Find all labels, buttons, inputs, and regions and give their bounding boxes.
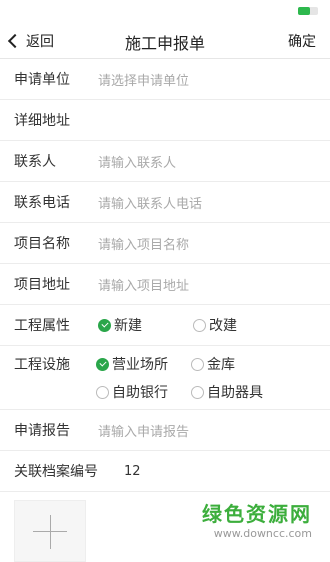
field-label: 工程设施 bbox=[14, 357, 70, 373]
option-label: 新建 bbox=[114, 318, 142, 334]
radio-option-rebuild[interactable]: 改建 bbox=[193, 315, 288, 335]
battery-level bbox=[298, 7, 310, 15]
field-report[interactable]: 申请报告 请输入申请报告 bbox=[0, 410, 330, 451]
field-value[interactable]: 请输入联系人电话 bbox=[98, 193, 202, 212]
status-bar bbox=[0, 0, 330, 24]
field-applicant-unit[interactable]: 申请单位 请选择申请单位 bbox=[0, 59, 330, 100]
radio-unchecked-icon bbox=[191, 385, 204, 399]
field-value[interactable]: 请输入项目名称 bbox=[98, 234, 189, 253]
field-value[interactable]: 请输入联系人 bbox=[98, 152, 176, 171]
field-value[interactable]: 12 bbox=[124, 464, 141, 479]
watermark-name: 绿色资源网 bbox=[202, 502, 312, 526]
radio-unchecked-icon bbox=[193, 318, 206, 332]
battery-icon bbox=[298, 7, 318, 15]
field-label: 联系电话 bbox=[14, 195, 70, 211]
watermark: 绿色资源网 www.downcc.com bbox=[202, 498, 312, 540]
option-label: 改建 bbox=[209, 318, 237, 334]
field-label: 详细地址 bbox=[14, 113, 70, 129]
field-archive-number[interactable]: 关联档案编号 12 bbox=[0, 451, 330, 492]
field-project-type: 工程属性 新建 改建 bbox=[0, 305, 330, 346]
add-image-button[interactable] bbox=[14, 500, 86, 562]
field-value[interactable]: 请输入项目地址 bbox=[98, 275, 189, 294]
field-value[interactable]: 请选择申请单位 bbox=[98, 70, 189, 89]
option-label: 自助银行 bbox=[112, 385, 168, 401]
confirm-button[interactable]: 确定 bbox=[288, 31, 316, 51]
field-value[interactable]: 请输入申请报告 bbox=[98, 421, 189, 440]
field-project-name[interactable]: 项目名称 请输入项目名称 bbox=[0, 223, 330, 264]
radio-checked-icon bbox=[96, 357, 109, 371]
field-label: 申请单位 bbox=[14, 72, 70, 88]
page-title: 施工申报单 bbox=[124, 34, 205, 53]
radio-checked-icon bbox=[98, 318, 111, 332]
radio-unchecked-icon bbox=[96, 385, 109, 399]
radio-unchecked-icon bbox=[191, 357, 204, 371]
field-label: 申请报告 bbox=[14, 423, 70, 439]
field-label: 工程属性 bbox=[14, 318, 70, 334]
radio-option-self-service-device[interactable]: 自助器具 bbox=[191, 382, 286, 402]
field-phone[interactable]: 联系电话 请输入联系人电话 bbox=[0, 182, 330, 223]
option-label: 自助器具 bbox=[207, 385, 263, 401]
plus-icon-stroke bbox=[50, 515, 51, 549]
field-contact[interactable]: 联系人 请输入联系人 bbox=[0, 141, 330, 182]
option-label: 营业场所 bbox=[112, 357, 168, 373]
radio-option-business-hall[interactable]: 营业场所 bbox=[96, 354, 191, 374]
nav-bar: 返回 施工申报单 确定 bbox=[0, 24, 330, 59]
field-label: 项目地址 bbox=[14, 277, 70, 293]
field-label: 项目名称 bbox=[14, 236, 70, 252]
field-detail-address[interactable]: 详细地址 bbox=[0, 100, 330, 141]
field-label: 联系人 bbox=[14, 154, 56, 170]
field-facilities: 工程设施 营业场所 金库 自助银行 自助器具 bbox=[0, 346, 330, 410]
field-project-address[interactable]: 项目地址 请输入项目地址 bbox=[0, 264, 330, 305]
field-label: 关联档案编号 bbox=[14, 464, 98, 480]
radio-option-self-service-bank[interactable]: 自助银行 bbox=[96, 382, 191, 402]
option-label: 金库 bbox=[207, 357, 235, 373]
radio-option-vault[interactable]: 金库 bbox=[191, 354, 286, 374]
radio-option-new[interactable]: 新建 bbox=[98, 315, 193, 335]
watermark-url: www.downcc.com bbox=[213, 527, 312, 540]
